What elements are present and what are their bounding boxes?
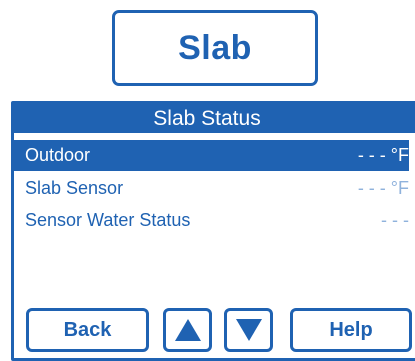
list-item-label: Sensor Water Status [25, 210, 191, 230]
arrow-up-icon [174, 319, 201, 341]
list-item-label: Slab Sensor [25, 178, 124, 198]
scroll-down-button[interactable] [224, 308, 273, 352]
scroll-up-button[interactable] [163, 308, 212, 352]
help-button-label: Help [329, 318, 373, 341]
list-item-sensor-water-status[interactable]: Sensor Water Status - - - [14, 205, 409, 236]
list-item-label: Outdoor [25, 145, 91, 165]
screen-title: Slab [178, 28, 252, 67]
list-item-slab-sensor[interactable]: Slab Sensor - - - °F [14, 173, 409, 204]
list-item-value: - - - [381, 210, 409, 230]
back-button-label: Back [63, 318, 112, 341]
panel-header: Slab Status [14, 104, 415, 133]
list-item-value: - - - °F [357, 178, 409, 198]
back-button[interactable]: Back [26, 308, 149, 352]
help-button[interactable]: Help [290, 308, 412, 352]
screen-title-box: Slab [112, 10, 318, 86]
list-item-value: - - - °F [357, 145, 409, 165]
arrow-down-icon [235, 319, 262, 341]
list-item-outdoor[interactable]: Outdoor - - - °F [14, 140, 409, 171]
